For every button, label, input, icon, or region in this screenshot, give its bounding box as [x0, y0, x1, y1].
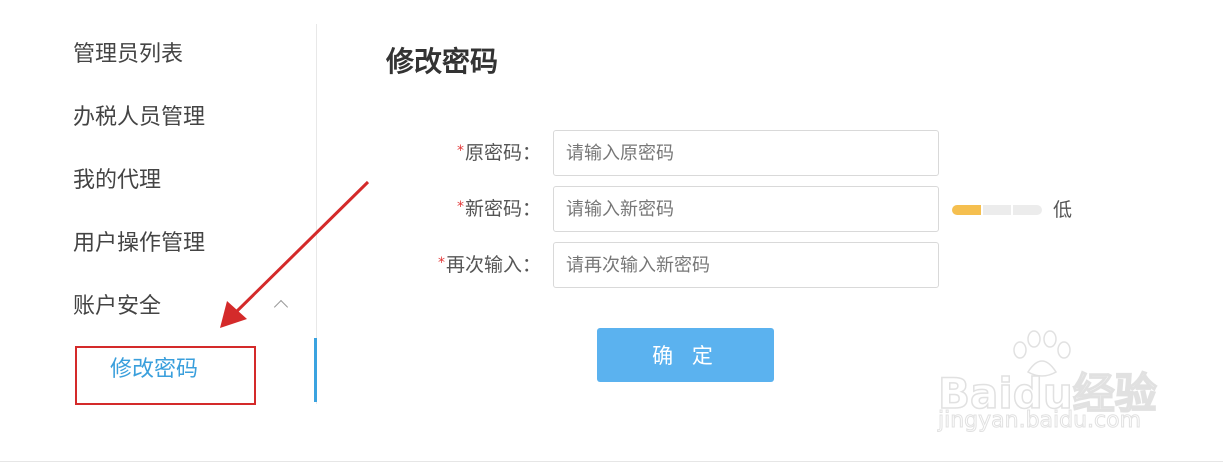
confirm-password-label: *再次输入： [437, 254, 541, 276]
active-indicator [314, 338, 317, 402]
required-mark: * [437, 255, 445, 271]
sidebar-item-tax-staff[interactable]: 办税人员管理 [73, 103, 205, 133]
page-title: 修改密码 [386, 45, 499, 78]
sidebar-item-my-agent[interactable]: 我的代理 [73, 166, 161, 196]
watermark-url: jingyan.baidu.com [937, 408, 1142, 434]
old-password-label: *原密码： [456, 142, 541, 164]
chevron-up-icon[interactable] [273, 299, 289, 315]
sidebar-item-admin-list[interactable]: 管理员列表 [73, 40, 183, 70]
confirm-password-input[interactable] [553, 242, 939, 288]
strength-segment [982, 205, 1012, 215]
bottom-divider [0, 461, 1223, 462]
sidebar-item-user-operations[interactable]: 用户操作管理 [73, 229, 205, 259]
confirm-button[interactable]: 确 定 [597, 328, 774, 382]
password-strength-meter [952, 205, 1043, 215]
annotation-highlight-box [75, 346, 256, 405]
strength-segment [1013, 205, 1043, 215]
required-mark: * [456, 143, 464, 159]
new-password-label: *新密码： [456, 198, 541, 220]
sidebar-item-account-security[interactable]: 账户安全 [73, 292, 161, 322]
old-password-input[interactable] [553, 130, 939, 176]
required-mark: * [456, 199, 464, 215]
baidu-watermark: Baidu经验 jingyan.baidu.com [937, 330, 1168, 440]
strength-segment [952, 205, 981, 215]
new-password-input[interactable] [553, 186, 939, 232]
strength-level-text: 低 [1053, 199, 1073, 221]
